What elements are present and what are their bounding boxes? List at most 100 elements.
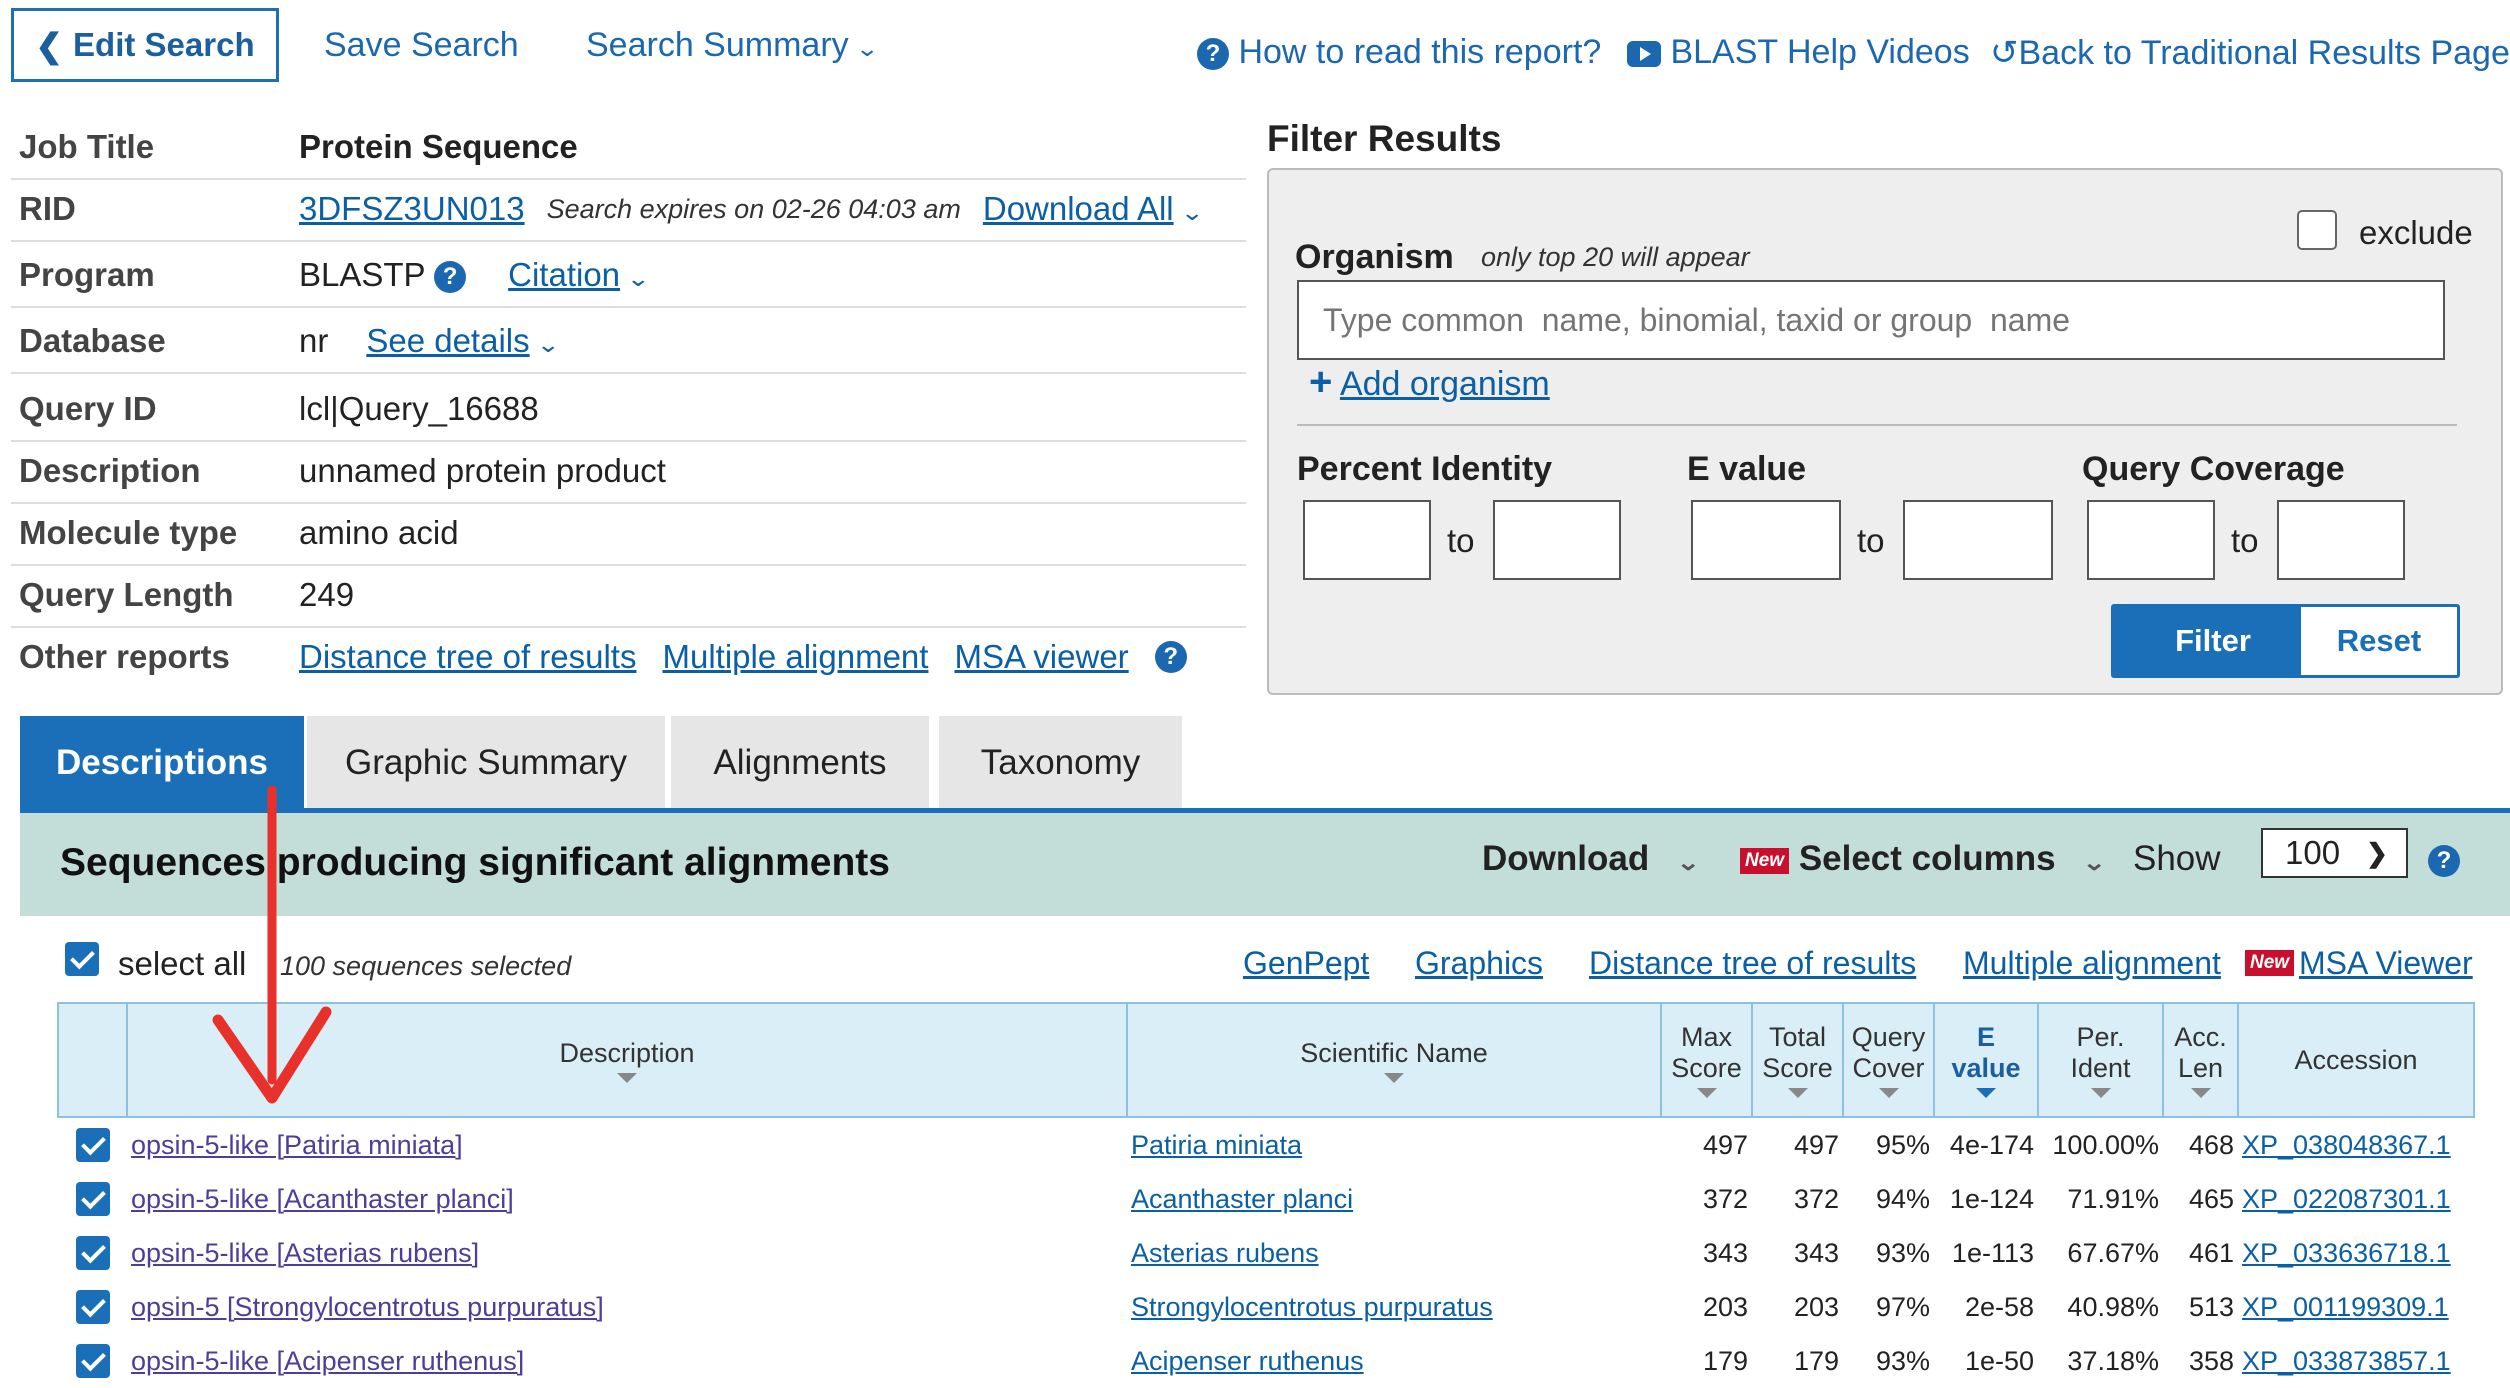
filter-results-title: Filter Results <box>1267 118 1502 159</box>
max-score-column-header[interactable]: Max Score <box>1660 1002 1753 1118</box>
tab-alignments[interactable]: Alignments <box>671 716 929 809</box>
acc-len-label-line2: Len <box>2177 1053 2224 1083</box>
see-details-label: See details <box>366 322 530 359</box>
multiple-alignment-link[interactable]: Multiple alignment <box>1963 945 2221 982</box>
select-columns-dropdown[interactable]: New Select columns ⌄ <box>1740 839 2107 879</box>
to-label: to <box>1857 522 1885 559</box>
add-organism-link[interactable]: + Add organism <box>1309 360 1550 405</box>
scientific-name-column-header[interactable]: Scientific Name <box>1126 1002 1662 1118</box>
per-ident-column-header[interactable]: Per. Ident <box>2037 1002 2164 1118</box>
question-icon[interactable]: ? <box>434 261 467 294</box>
e-value-to-input[interactable] <box>1903 500 2053 580</box>
edit-search-button[interactable]: ❮ Edit Search <box>11 8 279 82</box>
organism-input[interactable] <box>1297 280 2445 360</box>
chevron-down-icon: ⌄ <box>1180 200 1205 225</box>
accession-link[interactable]: XP_038048367.1 <box>2242 1130 2451 1160</box>
scientific-name-link[interactable]: Strongylocentrotus purpuratus <box>1131 1292 1493 1322</box>
accession-link[interactable]: XP_022087301.1 <box>2242 1184 2451 1214</box>
msa-viewer-link[interactable]: MSA viewer <box>954 638 1128 676</box>
search-summary-label: Search Summary <box>586 26 849 64</box>
accession-link[interactable]: XP_033873857.1 <box>2242 1346 2451 1376</box>
program-name: BLASTP <box>299 256 425 293</box>
e-value-label: E value <box>1687 450 1807 488</box>
program-row: Program BLASTP ? Citation ⌄ <box>11 244 1246 308</box>
table-header-row: Description Scientific Name Max Score Tot… <box>57 1002 2475 1118</box>
description-link[interactable]: opsin-5-like [Acipenser ruthenus] <box>131 1346 524 1376</box>
save-search-link[interactable]: Save Search <box>324 26 519 65</box>
scientific-name-link[interactable]: Acanthaster planci <box>1131 1184 1353 1214</box>
molecule-type-row: Molecule type amino acid <box>11 502 1246 566</box>
row-checkbox[interactable] <box>75 1236 110 1270</box>
multiple-alignment-link[interactable]: Multiple alignment <box>662 638 928 676</box>
question-icon[interactable]: ? <box>2428 845 2460 877</box>
max-score-cell: 497 <box>1702 1129 1748 1160</box>
per-ident-label-line1: Per. <box>2076 1022 2125 1052</box>
reset-button[interactable]: Reset <box>2298 604 2460 678</box>
accession-link[interactable]: XP_033636718.1 <box>2242 1238 2451 1268</box>
rid-link[interactable]: 3DFSZ3UN013 <box>299 190 525 228</box>
tab-graphic-summary[interactable]: Graphic Summary <box>307 716 665 809</box>
job-title-row: Job Title Protein Sequence <box>11 116 1246 180</box>
total-score-column-header[interactable]: Total Score <box>1751 1002 1844 1118</box>
percent-identity-to-input[interactable] <box>1493 500 1621 580</box>
filter-button[interactable]: Filter <box>2111 604 2315 678</box>
scientific-name-link[interactable]: Patiria miniata <box>1131 1130 1302 1160</box>
help-videos-link[interactable]: BLAST Help Videos <box>1627 33 1970 72</box>
graphics-link[interactable]: Graphics <box>1415 945 1543 982</box>
distance-tree-link[interactable]: Distance tree of results <box>1589 945 1916 982</box>
accession-column-header[interactable]: Accession <box>2237 1002 2475 1118</box>
query-coverage-from-input[interactable] <box>2087 500 2215 580</box>
row-checkbox[interactable] <box>75 1344 110 1378</box>
edit-search-label: Edit Search <box>73 26 255 63</box>
scientific-name-link[interactable]: Asterias rubens <box>1131 1238 1319 1268</box>
to-label: to <box>2231 522 2259 559</box>
description-link[interactable]: opsin-5-like [Acanthaster planci] <box>131 1184 514 1214</box>
acc-len-column-header[interactable]: Acc. Len <box>2162 1002 2239 1118</box>
description-link[interactable]: opsin-5-like [Asterias rubens] <box>131 1238 479 1268</box>
organism-note: only top 20 will appear <box>1481 242 1750 272</box>
query-coverage-to-input[interactable] <box>2277 500 2405 580</box>
row-checkbox[interactable] <box>75 1290 110 1324</box>
download-all-link[interactable]: Download All ⌄ <box>983 190 1205 228</box>
row-checkbox[interactable] <box>75 1128 110 1162</box>
query-cover-column-header[interactable]: Query Cover <box>1842 1002 1935 1118</box>
chevron-down-icon: ❯ <box>2366 837 2388 868</box>
max-score-cell: 179 <box>1702 1345 1748 1376</box>
question-icon[interactable]: ? <box>1154 641 1187 673</box>
accession-link[interactable]: XP_001199309.1 <box>2242 1292 2449 1322</box>
e-value-column-header[interactable]: Evalue <box>1933 1002 2039 1118</box>
distance-tree-link[interactable]: Distance tree of results <box>299 638 636 676</box>
query-cover-cell: 97% <box>1875 1291 1930 1322</box>
how-to-read-link[interactable]: ? How to read this report? <box>1197 33 1601 72</box>
search-summary-link[interactable]: Search Summary ⌄ <box>586 26 879 65</box>
table-row: opsin-5-like [Patiria miniata] Patiria m… <box>58 1117 2474 1172</box>
scientific-name-link[interactable]: Acipenser ruthenus <box>1131 1346 1364 1376</box>
tab-taxonomy[interactable]: Taxonomy <box>939 716 1182 809</box>
back-traditional-link[interactable]: ↺Back to Traditional Results Page <box>1990 33 2510 73</box>
show-select[interactable]: 100 ❯ <box>2261 828 2408 878</box>
description-link[interactable]: opsin-5-like [Patiria miniata] <box>131 1130 463 1160</box>
percent-identity-from-input[interactable] <box>1303 500 1431 580</box>
description-link[interactable]: opsin-5 [Strongylocentrotus purpuratus] <box>131 1292 604 1322</box>
sort-arrow-icon <box>1787 1088 1808 1098</box>
divider <box>1297 424 2457 426</box>
download-label: Download <box>1482 839 1650 878</box>
database-label: Database <box>19 322 166 359</box>
select-all-checkbox[interactable] <box>65 942 99 976</box>
msa-viewer-link[interactable]: MSA Viewer <box>2299 945 2473 982</box>
show-value: 100 <box>2285 834 2341 871</box>
genpept-link[interactable]: GenPept <box>1243 945 1369 982</box>
download-dropdown[interactable]: Download ⌄ <box>1482 839 1700 879</box>
total-score-cell: 343 <box>1793 1237 1839 1268</box>
exclude-checkbox[interactable] <box>2297 210 2337 250</box>
see-details-link[interactable]: See details ⌄ <box>366 322 560 360</box>
checkbox-column-header <box>57 1002 128 1118</box>
total-score-label-line2: Score <box>1762 1053 1833 1083</box>
table-row: opsin-5-like [Acipenser ruthenus] Acipen… <box>58 1334 2474 1388</box>
percent-identity-label: Percent Identity <box>1297 450 1553 488</box>
citation-link[interactable]: Citation ⌄ <box>508 256 650 294</box>
row-checkbox[interactable] <box>75 1182 110 1216</box>
e-value-from-input[interactable] <box>1691 500 1841 580</box>
database-value: nr <box>299 322 329 359</box>
e-value-label-line2: value <box>1951 1053 2021 1083</box>
